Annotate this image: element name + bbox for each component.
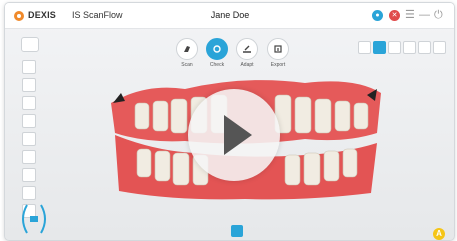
- back-button[interactable]: [21, 37, 39, 52]
- orientation-icon[interactable]: [21, 201, 47, 237]
- status-badge[interactable]: A: [433, 228, 445, 240]
- left-toolbar: [22, 60, 36, 222]
- copy-icon[interactable]: [418, 41, 431, 54]
- paint-icon[interactable]: [22, 132, 36, 146]
- view-toggle-button[interactable]: [231, 225, 243, 237]
- patient-name: Jane Doe: [210, 10, 250, 20]
- scanner-icon: [176, 38, 198, 60]
- cut-icon[interactable]: [22, 114, 36, 128]
- adapt-icon: [236, 38, 258, 60]
- export-icon: [267, 38, 289, 60]
- pencil-icon[interactable]: [22, 168, 36, 182]
- menu-icon[interactable]: ☰: [405, 8, 415, 22]
- play-icon[interactable]: [188, 89, 280, 181]
- app-screenshot: DEXIS IS ScanFlow Jane Doe ● ✕ ☰ — ⏻ Sca…: [0, 0, 457, 241]
- app-window: DEXIS IS ScanFlow Jane Doe ● ✕ ☰ — ⏻ Sca…: [4, 2, 455, 241]
- brand-name: DEXIS: [28, 10, 57, 20]
- document-icon[interactable]: [22, 96, 36, 110]
- check-icon: [206, 38, 228, 60]
- marker-icon[interactable]: [22, 186, 36, 200]
- title-bar: DEXIS IS ScanFlow Jane Doe ● ✕ ☰ — ⏻: [5, 3, 454, 29]
- select-icon[interactable]: [358, 41, 371, 54]
- dexis-logo-icon: [14, 11, 24, 21]
- user-icon[interactable]: ●: [372, 10, 383, 21]
- layers-icon[interactable]: [403, 41, 416, 54]
- zoom-icon[interactable]: [388, 41, 401, 54]
- minimize-icon[interactable]: —: [419, 8, 430, 22]
- power-icon[interactable]: ⏻: [434, 8, 443, 22]
- view-toolbar: [358, 41, 446, 54]
- close-session-icon[interactable]: ✕: [389, 10, 400, 21]
- arch-icon[interactable]: [22, 78, 36, 92]
- chevron-right-icon[interactable]: [433, 41, 446, 54]
- app-name: IS ScanFlow: [72, 10, 123, 20]
- view-mode-icon[interactable]: [373, 41, 386, 54]
- move-icon[interactable]: [22, 60, 36, 74]
- shading-icon[interactable]: [22, 150, 36, 164]
